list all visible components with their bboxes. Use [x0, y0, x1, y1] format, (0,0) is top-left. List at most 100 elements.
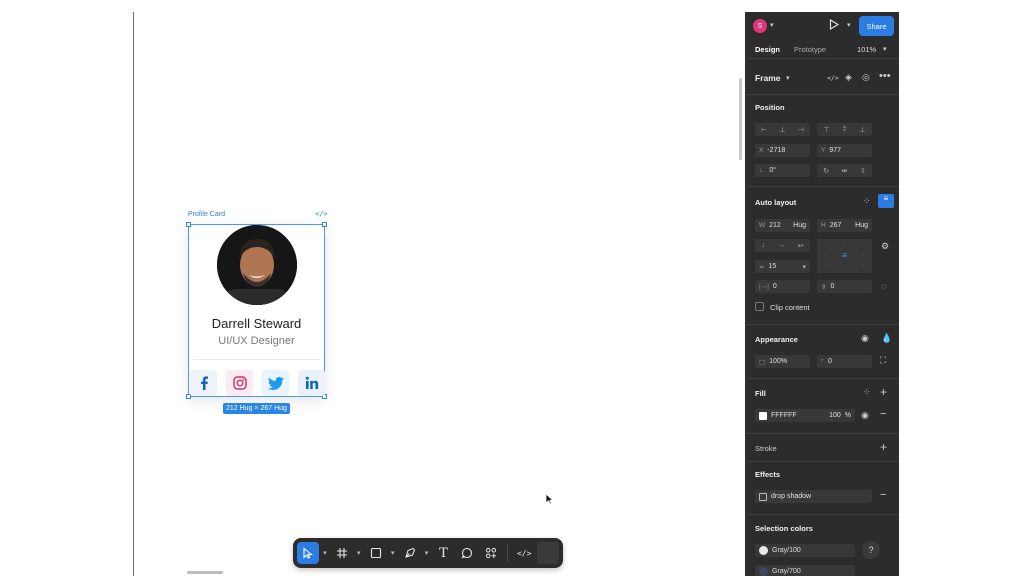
align-bottom-icon[interactable]: ⊥	[859, 126, 865, 134]
frame-tool-chevron-icon[interactable]: ▾	[355, 549, 363, 557]
width-field[interactable]: W 212 Hug	[755, 219, 810, 232]
padding-vertical-field[interactable]: ⇕ 0	[817, 280, 872, 293]
w-mode[interactable]: Hug	[793, 222, 810, 229]
facebook-icon[interactable]	[190, 370, 217, 396]
direction-wrap-icon[interactable]: ↩	[798, 242, 804, 250]
remove-effect-icon[interactable]: −	[880, 489, 886, 501]
code-badge-icon[interactable]: </>	[315, 210, 328, 218]
tab-prototype[interactable]: Prototype	[794, 45, 826, 54]
fill-styles-icon[interactable]: ⁘	[863, 387, 871, 398]
y-position-field[interactable]: Y 977	[817, 144, 872, 157]
align-middle-icon[interactable]: ⫩	[842, 126, 846, 134]
flip-horizontal-icon[interactable]: ⇹	[842, 167, 848, 175]
effect-row[interactable]: drop shadow	[755, 490, 872, 503]
clip-content-checkbox[interactable]	[755, 302, 764, 311]
user-avatar[interactable]: S	[753, 19, 767, 33]
rotate-icon[interactable]: ↻	[823, 167, 829, 175]
stroke-title: Stroke	[755, 444, 777, 453]
pen-tool-icon[interactable]	[399, 542, 421, 564]
frame-type-chevron-icon[interactable]: ▾	[786, 74, 790, 82]
comment-tool-icon[interactable]	[456, 542, 478, 564]
vertical-align-group[interactable]: ⊤ ⫩ ⊥	[817, 123, 872, 136]
horizontal-scrollbar[interactable]	[187, 571, 223, 574]
layout-settings-icon[interactable]: ⚙	[881, 241, 889, 252]
rotation-field[interactable]: ∟ 0°	[755, 164, 810, 177]
direction-vertical-icon[interactable]: ↓	[761, 242, 765, 249]
linkedin-icon[interactable]	[298, 370, 325, 396]
more-options-icon[interactable]: •••	[879, 70, 891, 82]
direction-group[interactable]: ↓ → ↩	[755, 239, 810, 252]
shape-tool-chevron-icon[interactable]: ▾	[389, 549, 397, 557]
padding-detail-icon[interactable]: ◌	[881, 281, 886, 291]
padding-horizontal-field[interactable]: |↔| 0	[755, 280, 810, 293]
selection-color-row[interactable]: Gray/100	[755, 544, 855, 557]
visibility-eye-icon[interactable]: ◉	[861, 333, 869, 344]
frame-title[interactable]: Frame	[755, 73, 781, 83]
h-mode[interactable]: Hug	[855, 222, 872, 229]
selection-color-name: Gray/700	[772, 568, 801, 575]
fill-color-field[interactable]: FFFFFF 100 %	[755, 409, 855, 422]
auto-layout-active-icon[interactable]: ≡	[878, 194, 894, 208]
align-top-icon[interactable]: ⊤	[823, 126, 829, 134]
frame-name-label[interactable]: Profile Card	[188, 211, 225, 218]
fill-opacity[interactable]: 100	[829, 412, 841, 419]
user-menu-chevron-icon[interactable]: ▾	[770, 21, 774, 29]
add-fill-icon[interactable]: +	[880, 385, 887, 399]
component-icon[interactable]: ◈	[845, 72, 852, 83]
grid-layout-icon[interactable]: ⁘	[863, 196, 871, 207]
pen-tool-chevron-icon[interactable]: ▾	[423, 549, 431, 557]
dev-mode-icon[interactable]: </>	[513, 542, 535, 564]
blend-mode-icon[interactable]: 💧	[881, 333, 892, 344]
selection-color-swatch[interactable]	[759, 546, 768, 555]
w-value: 212	[769, 222, 781, 229]
fill-swatch[interactable]	[759, 411, 767, 420]
transform-group[interactable]: ↻ ⇹ ⇳	[817, 164, 872, 177]
selection-color-swatch[interactable]	[759, 567, 768, 576]
actions-tool-icon[interactable]	[480, 542, 502, 564]
share-button[interactable]: Share	[859, 16, 894, 36]
align-left-icon[interactable]: ⊢	[761, 126, 767, 134]
direction-horizontal-icon[interactable]: →	[778, 242, 785, 249]
opacity-field[interactable]: ▢ 100%	[755, 355, 810, 368]
corner-radius-field[interactable]: ⌜ 0	[817, 355, 872, 368]
profile-avatar	[217, 225, 297, 305]
x-value: -2718	[767, 147, 786, 154]
alignment-grid[interactable]: · · · · ≡ · · · ·	[817, 239, 872, 273]
twitter-icon[interactable]	[262, 370, 289, 396]
height-field[interactable]: H 267 Hug	[817, 219, 872, 232]
present-chevron-icon[interactable]: ▾	[847, 21, 851, 29]
frame-tool-icon[interactable]	[331, 542, 353, 564]
remove-fill-icon[interactable]: −	[880, 408, 886, 420]
rectangle-tool-icon[interactable]	[365, 542, 387, 564]
add-stroke-icon[interactable]: +	[880, 440, 887, 454]
design-canvas[interactable]: Profile Card </> Darrell Steward UI/UX D…	[0, 0, 745, 576]
tab-design[interactable]: Design	[755, 45, 780, 54]
gap-field[interactable]: ≍ 15 ▾	[755, 260, 810, 273]
x-position-field[interactable]: X -2718	[755, 144, 810, 157]
independent-corners-icon[interactable]: ⛶	[880, 355, 886, 366]
code-icon[interactable]: </>	[827, 74, 839, 82]
move-tool-chevron-icon[interactable]: ▾	[321, 549, 329, 557]
effect-name[interactable]: drop shadow	[771, 493, 811, 500]
zoom-chevron-icon[interactable]: ▾	[883, 45, 887, 53]
dev-mode-toggle[interactable]	[537, 542, 560, 564]
text-tool-icon[interactable]: T	[433, 542, 455, 564]
vertical-scrollbar[interactable]	[739, 78, 742, 160]
instagram-icon[interactable]	[226, 370, 253, 396]
mask-icon[interactable]: ◎	[862, 72, 870, 83]
align-right-icon[interactable]: ⊣	[798, 126, 804, 134]
help-button[interactable]: ?	[862, 541, 880, 559]
horizontal-align-group[interactable]: ⊢ ⊥ ⊣	[755, 123, 810, 136]
resize-handle-top-left[interactable]	[186, 222, 191, 227]
zoom-level[interactable]: 101%	[857, 45, 876, 54]
flip-vertical-icon[interactable]: ⇳	[860, 167, 866, 175]
align-center-h-icon[interactable]: ⊥	[779, 126, 785, 134]
gap-chevron-icon[interactable]: ▾	[802, 263, 810, 271]
effect-settings-icon[interactable]	[759, 492, 767, 501]
resize-handle-top-right[interactable]	[322, 222, 327, 227]
fill-visibility-icon[interactable]: ◉	[861, 410, 869, 421]
present-play-icon[interactable]	[829, 19, 840, 32]
selection-color-row[interactable]: Gray/700	[755, 565, 855, 576]
profile-card-frame[interactable]: Darrell Steward UI/UX Designer	[186, 222, 327, 399]
move-tool-icon[interactable]	[297, 542, 319, 564]
